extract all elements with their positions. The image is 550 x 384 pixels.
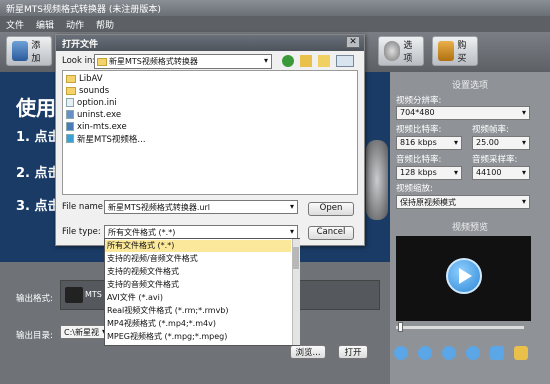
output-format-label: 输出格式: <box>16 294 53 304</box>
snapshot-icon[interactable] <box>490 346 504 360</box>
samplerate-label: 音频采样率: <box>472 155 518 165</box>
folder-icon <box>66 74 76 83</box>
back-icon[interactable] <box>282 55 294 67</box>
filetype-dropdown: 所有文件格式 (*.*) 支持的视频/音频文件格式 支持的视频文件格式 支持的音… <box>104 238 300 346</box>
framerate-select[interactable]: 25.00 <box>472 136 530 150</box>
list-item-label: option.ini <box>77 97 117 108</box>
dropdown-option[interactable]: MP4视频格式 (*.mp4;*.m4v) <box>105 318 291 330</box>
dropdown-option[interactable]: AVI文件 (*.avi) <box>105 292 291 304</box>
video-bitrate-label: 视频比特率: <box>396 125 442 135</box>
banner-step-3: 3. 点击 <box>16 199 61 214</box>
folder-icon <box>66 86 76 95</box>
menu-edit[interactable]: 编辑 <box>30 16 60 33</box>
dialog-title: 打开文件 <box>56 35 364 51</box>
scale-select[interactable]: 保持原视频模式 <box>396 195 530 209</box>
list-item[interactable]: xin-mts.exe <box>66 121 127 132</box>
url-file-icon <box>66 134 74 143</box>
preview-group-title: 视频预览 <box>451 223 488 233</box>
seek-handle[interactable] <box>398 322 403 332</box>
play-small-icon[interactable] <box>394 346 408 360</box>
filetype-select[interactable]: 所有文件格式 (*.*) <box>104 225 298 239</box>
dropdown-option[interactable]: MPEG视频格式 (*.mpg;*.mpeg) <box>105 331 291 343</box>
add-button-label: 添加 <box>31 41 41 64</box>
browse-button[interactable]: 浏览... <box>290 345 326 359</box>
output-dir-label: 输出目录: <box>16 331 53 341</box>
app-title: 新星MTS视频格式转换器 (未注册版本) <box>0 0 550 16</box>
list-item-label: 新星MTS视频格... <box>77 134 146 145</box>
view-menu-icon[interactable] <box>336 55 354 67</box>
file-list: LibAV sounds option.ini uninst.exe xin-m… <box>62 70 358 195</box>
volume-icon[interactable] <box>466 346 480 360</box>
film-reel-icon <box>366 140 388 220</box>
open-output-button[interactable]: 打开 <box>338 345 368 359</box>
banner-title: 使用 <box>16 96 56 120</box>
filename-label: File name: <box>62 202 106 212</box>
filename-input[interactable]: 新星MTS视频格式转换器.url <box>104 200 298 214</box>
list-item-label: sounds <box>79 85 110 96</box>
samplerate-select[interactable]: 44100 <box>472 166 530 180</box>
dialog-close-button[interactable]: ✕ <box>346 36 360 48</box>
output-dir-input[interactable]: C:\新星视 <box>60 325 110 339</box>
list-item[interactable]: LibAV <box>66 73 103 84</box>
resolution-label: 视频分辨率: <box>396 96 442 106</box>
folder-icon <box>97 58 107 66</box>
lookin-value: 新星MTS视频格式转换器 <box>109 57 198 66</box>
menu-action[interactable]: 动作 <box>60 16 90 33</box>
dropdown-option[interactable]: 支持的音频文件格式 <box>105 279 291 291</box>
video-bitrate-select[interactable]: 816 kbps <box>396 136 462 150</box>
menu-bar: 文件 编辑 动作 帮助 <box>0 16 550 32</box>
exe-file-icon <box>66 110 74 119</box>
buy-button[interactable]: 购买 <box>432 36 478 66</box>
options-button[interactable]: 选项 <box>378 36 424 66</box>
menu-file[interactable]: 文件 <box>0 16 30 33</box>
buy-button-label: 购买 <box>457 41 467 64</box>
banner-step-1: 1. 点击 <box>16 130 61 145</box>
cancel-button[interactable]: Cancel <box>308 226 354 240</box>
up-folder-icon[interactable] <box>300 55 312 67</box>
folder-open-icon[interactable] <box>514 346 528 360</box>
camcorder-icon <box>65 287 83 303</box>
list-item[interactable]: option.ini <box>66 97 117 108</box>
stop-icon[interactable] <box>442 346 456 360</box>
exe-file-icon <box>66 122 74 131</box>
seek-slider[interactable] <box>396 326 524 329</box>
list-item[interactable]: 新星MTS视频格... <box>66 133 146 145</box>
film-add-icon <box>12 41 29 61</box>
list-item[interactable]: sounds <box>66 85 109 96</box>
lookin-select[interactable]: 新星MTS视频格式转换器 <box>94 54 272 69</box>
scrollbar-thumb[interactable] <box>293 247 299 269</box>
list-item-label: LibAV <box>79 73 103 84</box>
framerate-label: 视频帧率: <box>472 125 509 135</box>
options-button-label: 选项 <box>403 41 413 64</box>
add-button[interactable]: 添加 <box>6 36 52 66</box>
play-triangle-icon <box>459 268 472 284</box>
ini-file-icon <box>66 98 74 107</box>
settings-group-title: 设置选项 <box>451 81 488 91</box>
audio-bitrate-select[interactable]: 128 kbps <box>396 166 462 180</box>
gear-icon <box>384 41 401 61</box>
lookin-label: Look in: <box>62 56 96 66</box>
audio-bitrate-label: 音频比特率: <box>396 155 442 165</box>
dropdown-option[interactable]: 支持的视频文件格式 <box>105 266 291 278</box>
dropdown-option[interactable]: 所有文件格式 (*.*) <box>105 240 291 252</box>
dropdown-option[interactable]: 支持的视频/音频文件格式 <box>105 253 291 265</box>
scale-label: 视频缩放: <box>396 184 433 194</box>
filetype-label: File type: <box>62 227 101 237</box>
resolution-select[interactable]: 704*480 <box>396 106 530 120</box>
banner-step-2: 2. 点击 <box>16 166 61 181</box>
cart-icon <box>438 41 455 61</box>
dropdown-option[interactable]: Real视频文件格式 (*.rm;*.rmvb) <box>105 305 291 317</box>
new-folder-icon[interactable] <box>318 55 330 67</box>
list-item-label: xin-mts.exe <box>77 121 127 132</box>
output-format-value: MTS <box>85 290 102 299</box>
menu-help[interactable]: 帮助 <box>90 16 120 33</box>
open-button[interactable]: Open <box>308 202 354 216</box>
list-item-label: uninst.exe <box>77 109 122 120</box>
list-item[interactable]: uninst.exe <box>66 109 121 120</box>
pause-icon[interactable] <box>418 346 432 360</box>
